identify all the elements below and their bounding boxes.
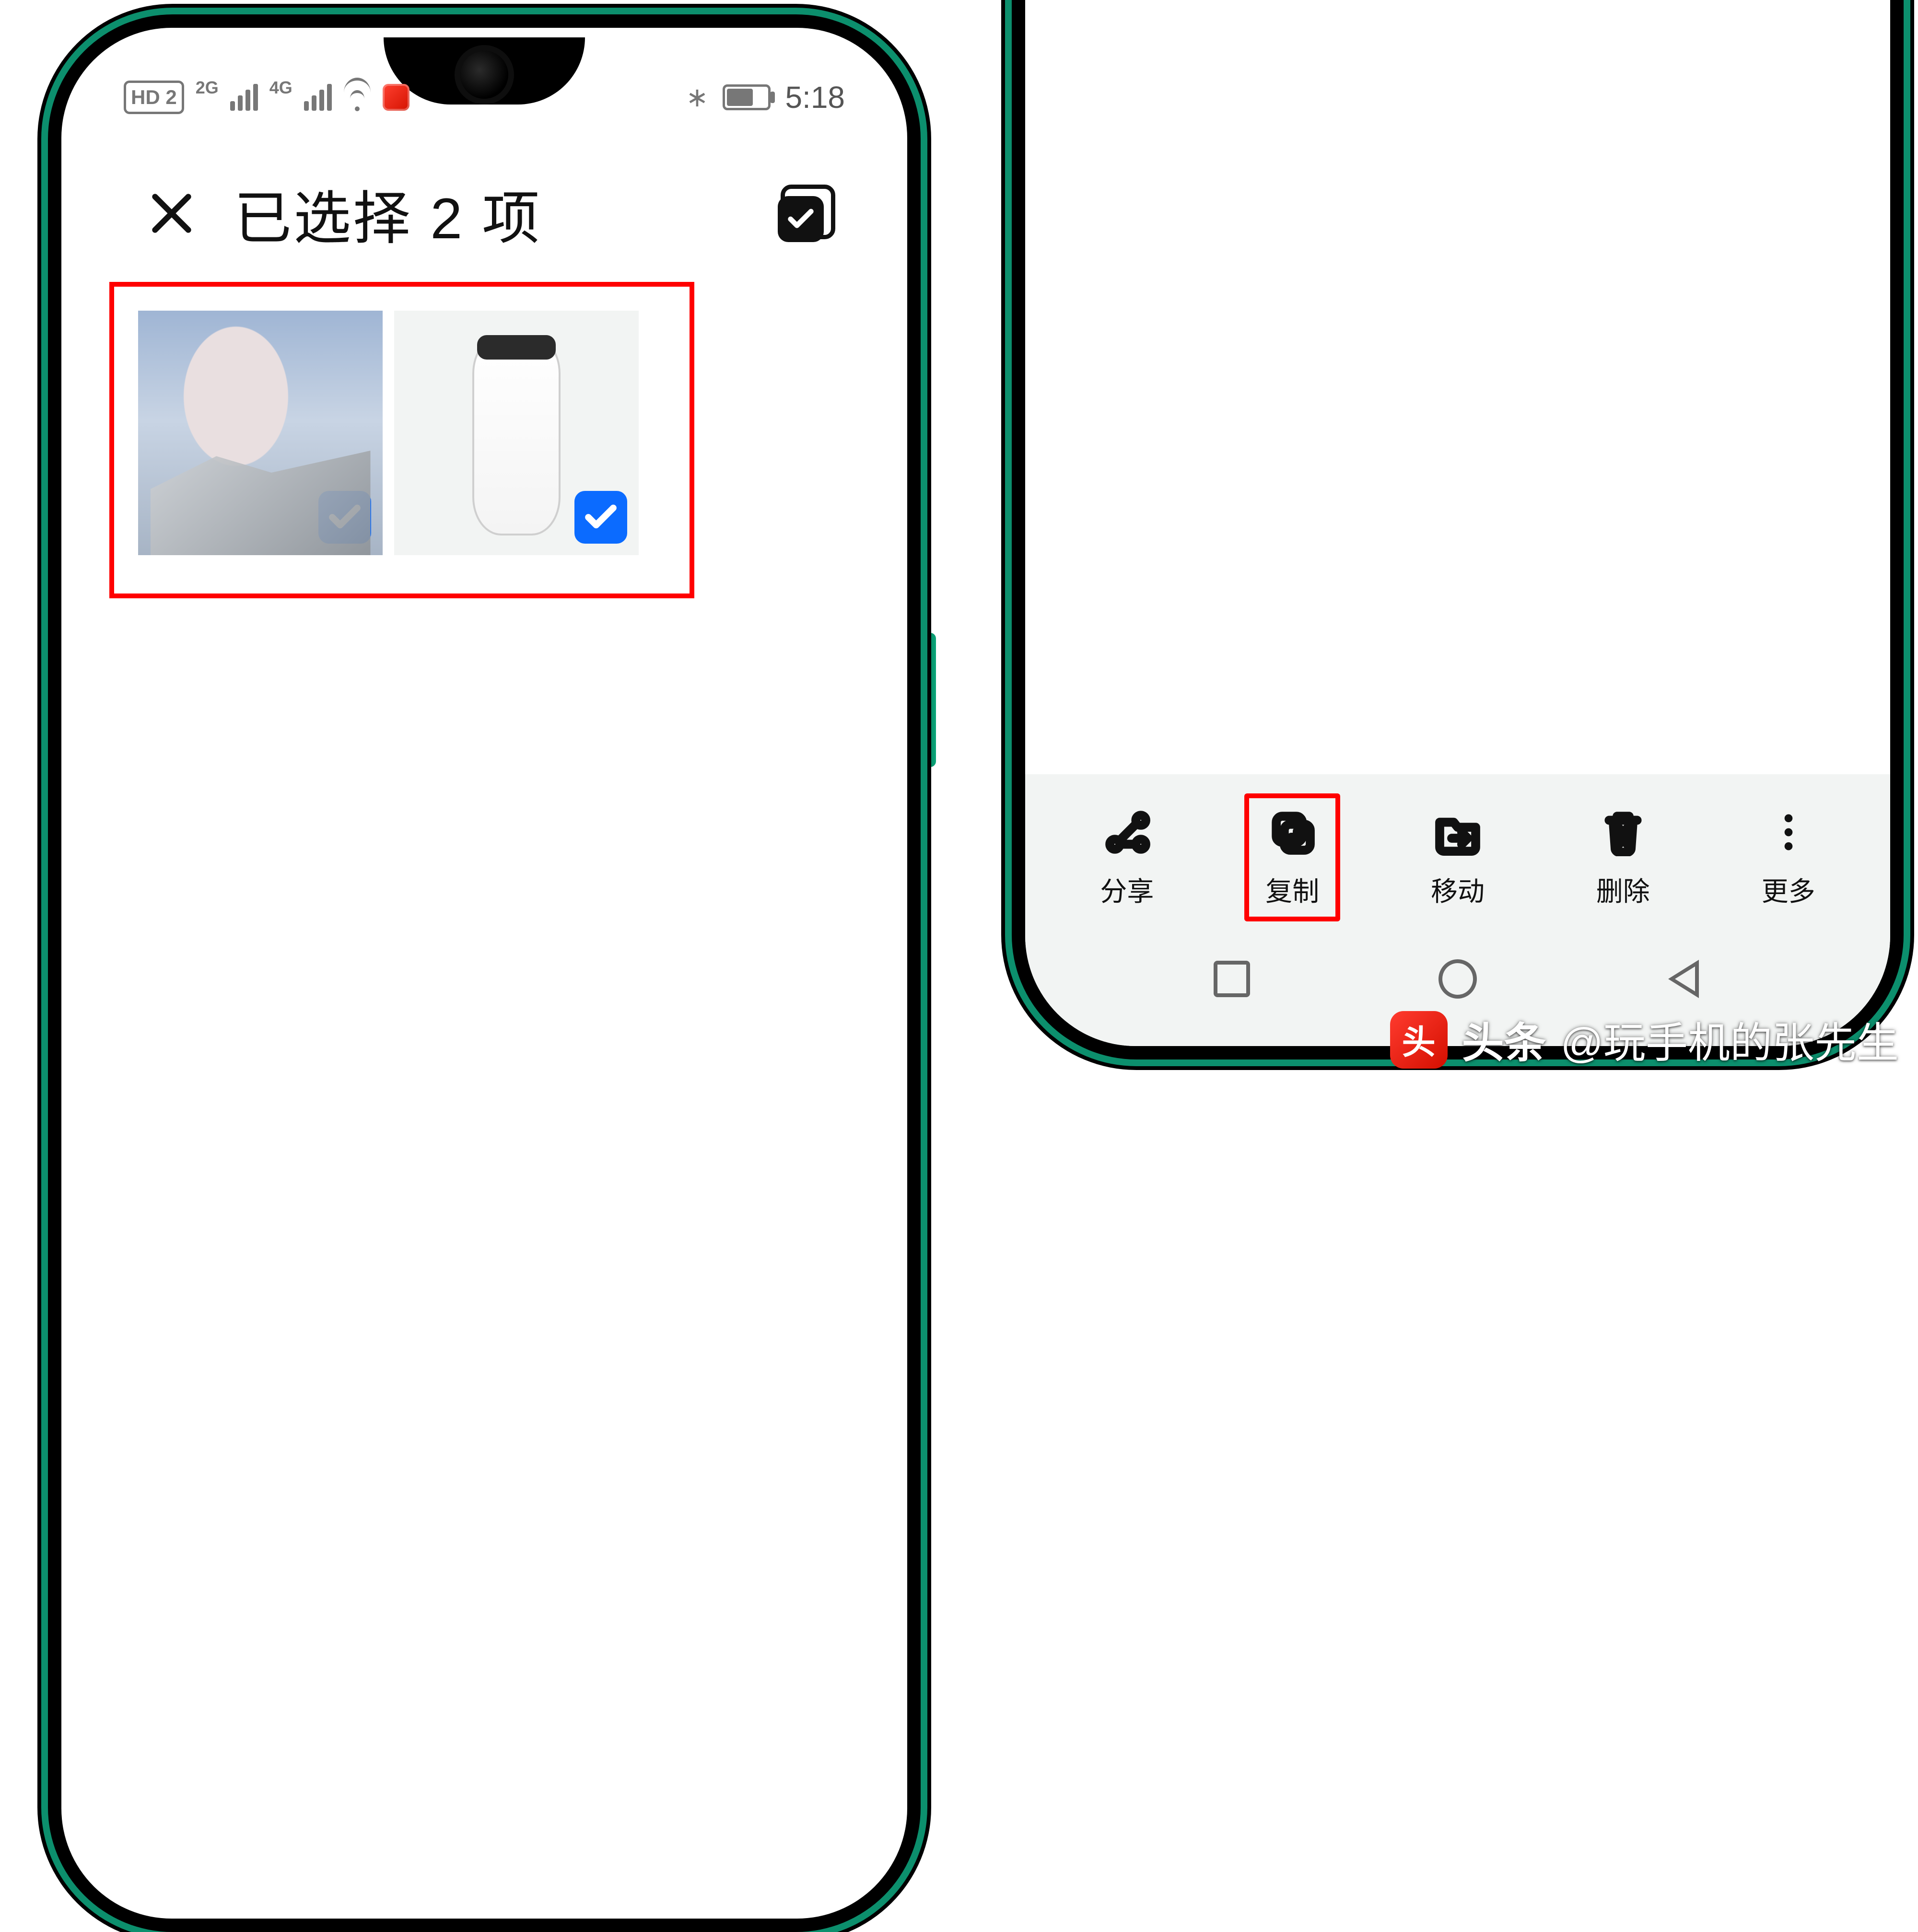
delete-label: 删除	[1596, 870, 1650, 909]
app-store-icon	[383, 84, 409, 111]
share-button[interactable]: 分享	[1079, 793, 1175, 921]
delete-button[interactable]: 删除	[1575, 793, 1671, 921]
triangle-back-icon	[1668, 960, 1699, 998]
watermark-brand: 头条	[1462, 1009, 1546, 1070]
move-label: 移动	[1431, 870, 1485, 909]
more-icon	[1762, 806, 1815, 859]
network-1-tag: 2G	[196, 78, 219, 98]
nav-recent-button[interactable]	[1213, 960, 1251, 998]
hd-badge: HD 2	[124, 81, 184, 114]
thumbnail-grid	[138, 311, 639, 555]
phone-left-screen: HD 2 2G 4G ∗ 5:18 已选择 2 项	[61, 28, 907, 1919]
wifi-icon	[343, 83, 371, 111]
close-icon[interactable]	[148, 189, 196, 237]
watermark-handle: @玩手机的张先生	[1561, 1009, 1899, 1070]
network-2-tag: 4G	[269, 78, 292, 98]
action-bar: 分享 复制 移动	[1025, 774, 1890, 931]
selection-title: 已选择 2 项	[234, 172, 541, 255]
nav-back-button[interactable]	[1664, 960, 1703, 998]
thumbnail-item[interactable]	[138, 311, 383, 555]
selected-check-icon[interactable]	[574, 491, 627, 544]
move-button[interactable]: 移动	[1410, 793, 1506, 921]
more-label: 更多	[1762, 870, 1815, 909]
trash-icon	[1597, 806, 1649, 859]
status-right: ∗ 5:18	[686, 80, 845, 115]
copy-button[interactable]: 复制	[1244, 793, 1340, 921]
select-all-checkbox-icon	[778, 196, 824, 242]
copy-label: 复制	[1265, 870, 1319, 909]
phone-left: HD 2 2G 4G ∗ 5:18 已选择 2 项	[14, 5, 954, 1079]
phone-right-frame: 分享 复制 移动	[1012, 0, 1904, 1059]
square-icon	[1214, 961, 1250, 997]
status-bar: HD 2 2G 4G ∗ 5:18	[124, 71, 845, 124]
toutiao-logo-icon: 头	[1390, 1011, 1448, 1069]
status-time: 5:18	[785, 80, 845, 115]
phone-right: 分享 复制 移动	[988, 0, 1918, 1079]
status-left: HD 2 2G 4G	[124, 81, 409, 114]
signal-bars-2-icon	[304, 84, 332, 111]
select-all-button[interactable]	[778, 185, 835, 242]
share-label: 分享	[1100, 870, 1154, 909]
bluetooth-icon: ∗	[686, 81, 709, 113]
more-button[interactable]: 更多	[1741, 793, 1836, 921]
circle-icon	[1438, 959, 1477, 999]
phone-right-screen: 分享 复制 移动	[1025, 0, 1890, 1046]
copy-icon	[1266, 806, 1319, 859]
signal-bars-1-icon	[230, 84, 258, 111]
move-icon	[1431, 806, 1484, 859]
battery-icon	[723, 84, 771, 110]
selected-check-icon[interactable]	[318, 491, 371, 544]
phone-left-frame: HD 2 2G 4G ∗ 5:18 已选择 2 项	[48, 14, 921, 1932]
power-button	[921, 633, 936, 767]
share-icon	[1100, 806, 1153, 859]
selection-header-left: 已选择 2 项	[148, 172, 541, 255]
thumbnail-item[interactable]	[394, 311, 639, 555]
selection-header: 已选择 2 项	[148, 172, 835, 255]
nav-home-button[interactable]	[1438, 960, 1477, 998]
watermark: 头 头条 @玩手机的张先生	[1390, 1009, 1899, 1070]
